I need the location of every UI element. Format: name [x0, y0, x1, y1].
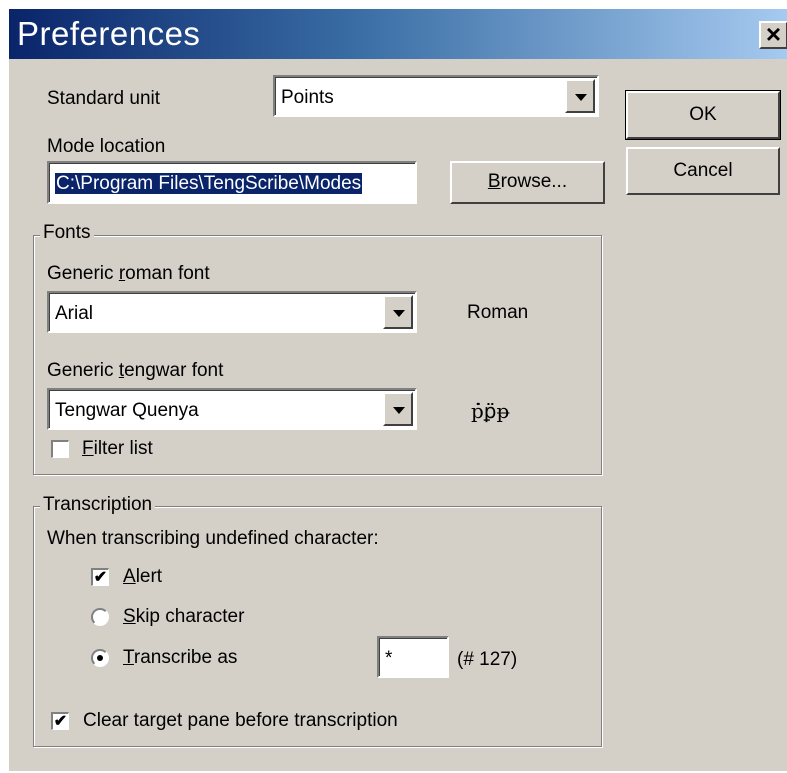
- tengwar-font-label: Generic tengwar font: [47, 360, 224, 381]
- transcription-prompt: When transcribing undefined character:: [47, 528, 379, 549]
- roman-sample: Roman: [467, 302, 529, 323]
- title-bar[interactable]: Preferences ×: [9, 9, 787, 59]
- browse-button[interactable]: Browse...: [450, 161, 605, 204]
- roman-font-label: Generic roman font: [47, 263, 210, 284]
- standard-unit-dropdown[interactable]: Points: [273, 75, 599, 117]
- mode-location-label: Mode location: [47, 136, 166, 157]
- transcribe-as-label[interactable]: Transcribe as: [123, 647, 237, 669]
- transcribe-char-code: (# 127): [457, 649, 518, 670]
- browse-label-accel: B: [487, 171, 501, 192]
- checkmark-icon: ✔: [93, 569, 108, 586]
- tengwar-font-dropdown[interactable]: Tengwar Quenya: [47, 388, 417, 430]
- mode-location-value: C:\Program Files\TengScribe\Modes: [55, 173, 363, 194]
- chevron-down-icon[interactable]: [383, 295, 413, 329]
- dialog-title: Preferences: [17, 15, 201, 52]
- filter-list-checkbox[interactable]: [51, 440, 69, 458]
- transcribe-char-input[interactable]: *: [377, 636, 449, 678]
- chevron-down-icon[interactable]: [565, 79, 595, 113]
- tengwar-sample: ṗ̇ꝑ̈ᵽ: [471, 399, 510, 423]
- browse-label: rowse...: [500, 171, 568, 192]
- alert-checkbox[interactable]: ✔: [91, 568, 109, 586]
- filter-list-label[interactable]: Filter list: [82, 438, 153, 460]
- cancel-button[interactable]: Cancel: [626, 147, 780, 195]
- close-button[interactable]: ×: [759, 21, 787, 49]
- ok-button[interactable]: OK: [625, 90, 781, 140]
- roman-font-value: Arial: [55, 303, 94, 324]
- clear-target-label[interactable]: Clear target pane before transcription: [83, 710, 398, 732]
- transcription-group-title: Transcription: [40, 494, 156, 516]
- skip-character-radio[interactable]: [91, 608, 109, 626]
- tengwar-font-value: Tengwar Quenya: [55, 400, 199, 421]
- roman-font-dropdown[interactable]: Arial: [47, 291, 417, 333]
- skip-character-label[interactable]: Skip character: [123, 606, 244, 628]
- standard-unit-value: Points: [281, 87, 334, 108]
- standard-unit-label: Standard unit: [47, 88, 161, 109]
- mode-location-input[interactable]: C:\Program Files\TengScribe\Modes: [47, 161, 417, 204]
- clear-target-checkbox[interactable]: ✔: [51, 712, 69, 730]
- radio-selected-dot: [97, 655, 103, 661]
- close-icon: ×: [765, 19, 782, 49]
- fonts-group-title: Fonts: [40, 222, 94, 244]
- checkmark-icon: ✔: [53, 713, 68, 730]
- transcribe-char-value: *: [385, 648, 393, 669]
- transcribe-as-radio[interactable]: [91, 649, 109, 667]
- alert-label[interactable]: Alert: [123, 566, 162, 588]
- preferences-dialog: Preferences × Standard unit Points Mode …: [8, 8, 787, 771]
- chevron-down-icon[interactable]: [383, 392, 413, 426]
